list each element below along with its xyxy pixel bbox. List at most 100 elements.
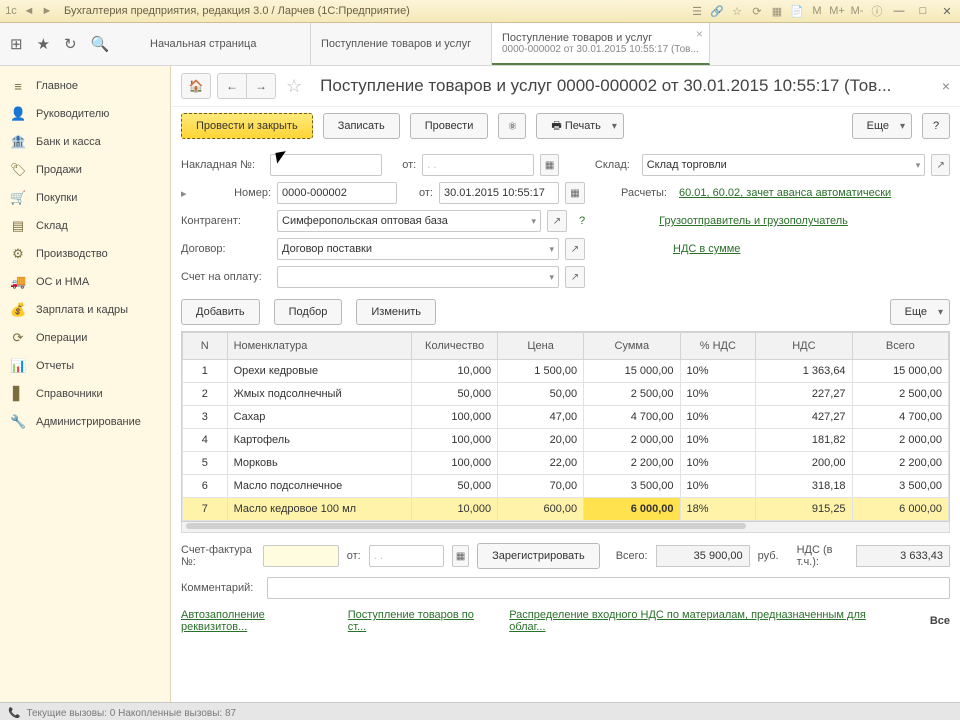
tab-close-icon[interactable]: × xyxy=(696,27,703,41)
help-icon[interactable]: ? xyxy=(579,215,585,227)
tool-icon[interactable]: M+ xyxy=(830,4,844,18)
sidebar-item-1[interactable]: 👤Руководителю xyxy=(0,100,170,128)
tool-icon[interactable]: M xyxy=(810,4,824,18)
comment-input[interactable] xyxy=(267,577,950,599)
table-row[interactable]: 4Картофель100,00020,002 000,0010%181,822… xyxy=(183,429,949,452)
table-row[interactable]: 5Морковь100,00022,002 200,0010%200,002 2… xyxy=(183,452,949,475)
help-button[interactable]: ? xyxy=(922,113,950,139)
sidebar-item-2[interactable]: 🏦Банк и касса xyxy=(0,128,170,156)
help-icon[interactable]: ⓘ xyxy=(870,4,884,18)
tab-doc2[interactable]: Поступление товаров и услуг 0000-000002 … xyxy=(492,23,710,65)
col-qty[interactable]: Количество xyxy=(412,333,498,360)
col-price[interactable]: Цена xyxy=(498,333,584,360)
tab-home[interactable]: Начальная страница xyxy=(140,23,311,65)
pick-button[interactable]: Подбор xyxy=(274,299,343,325)
sidebar-label: Отчеты xyxy=(36,360,74,372)
invoice-date-input[interactable]: . . xyxy=(422,154,534,176)
invoice-number-input[interactable] xyxy=(270,154,382,176)
tool-icon[interactable]: ☰ xyxy=(690,4,704,18)
back-button[interactable]: ← xyxy=(217,73,246,99)
table-row[interactable]: 6Масло подсолнечное50,00070,003 500,0010… xyxy=(183,475,949,498)
sidebar-item-0[interactable]: ≡Главное xyxy=(0,72,170,100)
warehouse-select[interactable]: Склад торговли xyxy=(642,154,926,176)
calendar-icon[interactable]: ▦ xyxy=(565,182,585,204)
currency-label: руб. xyxy=(758,550,779,562)
calendar-icon[interactable]: ▦ xyxy=(540,154,559,176)
sidebar-item-4[interactable]: 🛒Покупки xyxy=(0,184,170,212)
forward-button[interactable]: → xyxy=(246,73,276,99)
post-and-close-button[interactable]: Провести и закрыть xyxy=(181,113,313,139)
date-input[interactable]: 30.01.2015 10:55:17 xyxy=(439,182,559,204)
table-row[interactable]: 7Масло кедровое 100 мл10,000600,006 000,… xyxy=(183,498,949,521)
shipper-link[interactable]: Грузоотправитель и грузополучатель xyxy=(659,215,848,227)
add-button[interactable]: Добавить xyxy=(181,299,260,325)
tab-doc1[interactable]: Поступление товаров и услуг xyxy=(311,23,492,65)
col-item[interactable]: Номенклатура xyxy=(227,333,412,360)
sidebar-item-9[interactable]: ⟳Операции xyxy=(0,324,170,352)
tool-icon[interactable]: ☆ xyxy=(730,4,744,18)
search-icon[interactable]: 🔍 xyxy=(91,35,110,53)
open-button[interactable]: ↗ xyxy=(565,238,585,260)
calendar-icon[interactable]: ▦ xyxy=(452,545,469,567)
sidebar-item-8[interactable]: 💰Зарплата и кадры xyxy=(0,296,170,324)
nav-fwd-icon[interactable]: ► xyxy=(40,4,54,18)
sidebar-label: Продажи xyxy=(36,164,82,176)
sidebar-item-11[interactable]: ▋Справочники xyxy=(0,380,170,408)
doc-close-button[interactable]: × xyxy=(942,78,950,94)
star-icon[interactable]: ★ xyxy=(37,35,50,53)
table-row[interactable]: 2Жмых подсолнечный50,00050,002 500,0010%… xyxy=(183,383,949,406)
register-button[interactable]: Зарегистрировать xyxy=(477,543,600,569)
post-button[interactable]: Провести xyxy=(410,113,489,139)
edit-button[interactable]: Изменить xyxy=(356,299,436,325)
more-dropdown[interactable]: Еще xyxy=(852,113,912,139)
tool-icon[interactable]: 📄 xyxy=(790,4,804,18)
sidebar-item-12[interactable]: 🔧Администрирование xyxy=(0,408,170,436)
sidebar: ≡Главное👤Руководителю🏦Банк и касса🏷Прода… xyxy=(0,66,171,702)
col-sum[interactable]: Сумма xyxy=(584,333,680,360)
table-row[interactable]: 1Орехи кедровые10,0001 500,0015 000,0010… xyxy=(183,360,949,383)
apps-icon[interactable]: ⊞ xyxy=(10,35,23,53)
vat-dist-link[interactable]: Распределение входного НДС по материалам… xyxy=(509,609,894,633)
save-button[interactable]: Записать xyxy=(323,113,400,139)
nav-back-icon[interactable]: ◄ xyxy=(22,4,36,18)
print-dropdown[interactable]: 🖶 Печать xyxy=(536,113,624,139)
sidebar-icon: 🏦 xyxy=(10,134,26,150)
sf-date-input[interactable]: . . xyxy=(369,545,444,567)
table-row[interactable]: 3Сахар100,00047,004 700,0010%427,274 700… xyxy=(183,406,949,429)
sidebar-item-3[interactable]: 🏷Продажи xyxy=(0,156,170,184)
autofill-link[interactable]: Автозаполнение реквизитов... xyxy=(181,609,330,633)
col-n[interactable]: N xyxy=(183,333,228,360)
settlements-link[interactable]: 60.01, 60.02, зачет аванса автоматически xyxy=(679,187,891,199)
all-link[interactable]: Все xyxy=(930,615,950,627)
table-more-dropdown[interactable]: Еще xyxy=(890,299,950,325)
maximize-button[interactable]: □ xyxy=(914,4,932,18)
favorite-icon[interactable]: ☆ xyxy=(286,76,302,97)
home-button[interactable]: 🏠 xyxy=(181,73,211,99)
open-button[interactable]: ↗ xyxy=(565,266,585,288)
contract-select[interactable]: Договор поставки xyxy=(277,238,559,260)
open-button[interactable]: ↗ xyxy=(931,154,950,176)
tool-icon[interactable]: ⟳ xyxy=(750,4,764,18)
minimize-button[interactable]: — xyxy=(890,4,908,18)
sidebar-item-6[interactable]: ⚙Производство xyxy=(0,240,170,268)
col-vatp[interactable]: % НДС xyxy=(680,333,756,360)
sidebar-item-5[interactable]: ▤Склад xyxy=(0,212,170,240)
transactions-button[interactable]: ⚛ xyxy=(498,113,526,139)
vat-mode-link[interactable]: НДС в сумме xyxy=(673,243,740,255)
open-button[interactable]: ↗ xyxy=(547,210,567,232)
tool-icon[interactable]: ▦ xyxy=(770,4,784,18)
counterparty-select[interactable]: Симферопольская оптовая база xyxy=(277,210,541,232)
sidebar-item-7[interactable]: 🚚ОС и НМА xyxy=(0,268,170,296)
col-total[interactable]: Всего xyxy=(852,333,948,360)
number-input[interactable]: 0000-000002 xyxy=(277,182,397,204)
order-select[interactable] xyxy=(277,266,559,288)
tool-icon[interactable]: 🔗 xyxy=(710,4,724,18)
col-vat[interactable]: НДС xyxy=(756,333,852,360)
horizontal-scrollbar[interactable] xyxy=(181,522,950,533)
history-icon[interactable]: ↻ xyxy=(64,35,77,53)
sf-number-input[interactable] xyxy=(263,545,338,567)
tool-icon[interactable]: M- xyxy=(850,4,864,18)
close-button[interactable]: ✕ xyxy=(938,4,956,18)
sidebar-item-10[interactable]: 📊Отчеты xyxy=(0,352,170,380)
related-link[interactable]: Поступление товаров по ст... xyxy=(348,609,491,633)
